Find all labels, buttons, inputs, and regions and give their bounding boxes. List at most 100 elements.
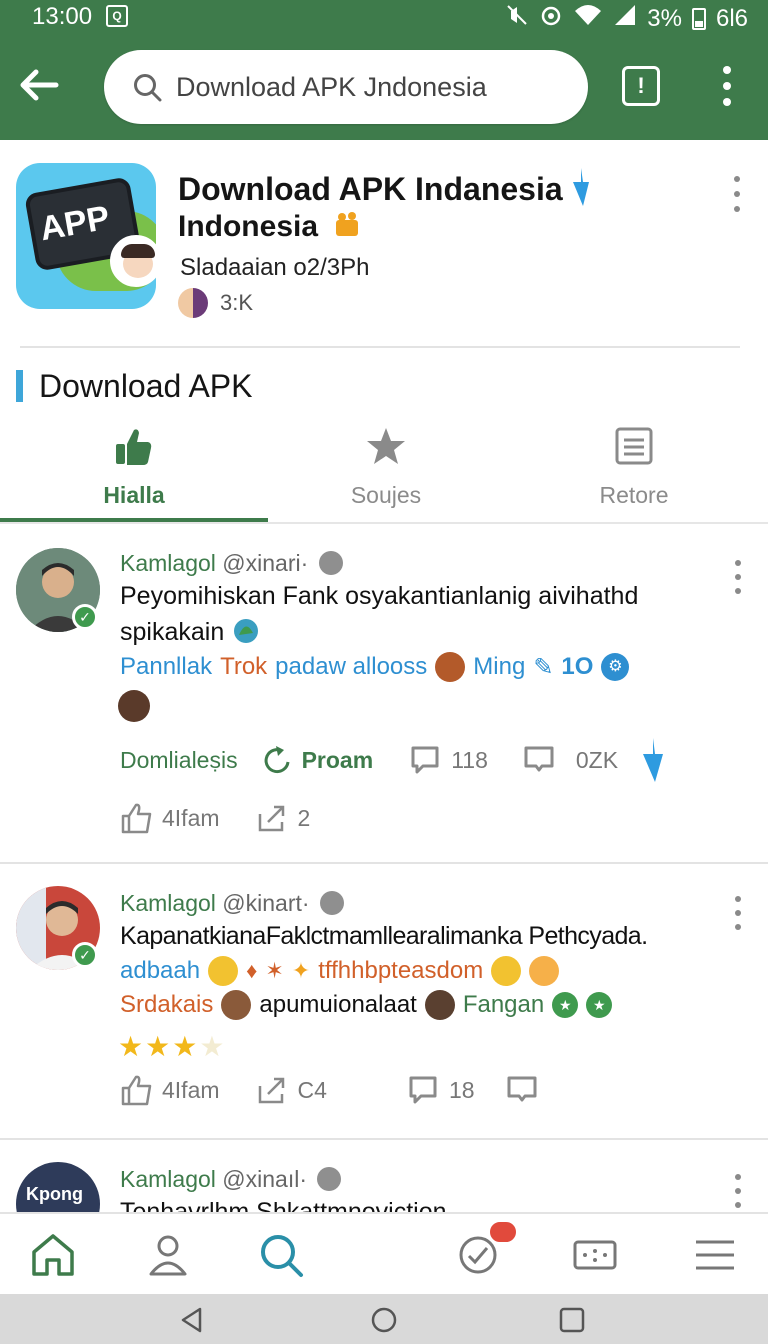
back-arrow-icon[interactable] (16, 62, 62, 108)
link-icon (317, 1167, 342, 1191)
search-icon (134, 74, 162, 102)
share-button[interactable]: C4 (256, 1074, 327, 1106)
app-more-icon[interactable] (730, 176, 744, 212)
search-bar[interactable] (104, 50, 588, 124)
post-text: Peyomihiskan Fank osyakantianlanig aivih… (120, 582, 639, 646)
tag[interactable]: Fangan (463, 991, 544, 1019)
like-button[interactable]: 4Ifam (120, 1074, 220, 1106)
status-time: 13:00 (32, 3, 93, 30)
laugh-emoji-icon (529, 956, 560, 986)
tag[interactable]: Ming (473, 653, 525, 681)
bookmark-icon (507, 1076, 537, 1102)
star-badge-icon: ★ (552, 992, 579, 1018)
battery-percent: 3% (647, 4, 682, 32)
section-accent-bar (16, 370, 23, 402)
share-icon (258, 1077, 284, 1104)
share-button[interactable]: 2 (256, 802, 310, 834)
post-tags: adbaah ♦ ✶ ✦ tffhhbpteasdom (120, 956, 560, 986)
tag[interactable]: tffhhbpteasdom (318, 957, 483, 985)
tickets-icon[interactable] (570, 1230, 620, 1280)
thumbs-up-icon (116, 429, 152, 465)
app-title-text: Download APK Indanesia (178, 171, 563, 207)
promo-button[interactable]: Proam (260, 744, 373, 776)
smile-emoji-icon (208, 956, 239, 986)
tab-label: Soujes (350, 482, 422, 508)
comment-button[interactable]: 118 (409, 744, 488, 776)
post-author[interactable]: Kamlagol @xinaıl· (120, 1166, 342, 1193)
tag[interactable]: Srdakais (120, 991, 213, 1019)
comment-count: 118 (451, 746, 488, 773)
thumbs-up-outline-icon (121, 1075, 152, 1106)
post-more-icon[interactable] (732, 1174, 744, 1208)
list-icon (615, 427, 653, 465)
mini-avatar (424, 990, 455, 1020)
post-card[interactable]: ✓ Kamlagol @xinari· Peyomihiskan Fank os… (0, 524, 768, 864)
author-handle: @xinari· (222, 550, 309, 576)
save-button[interactable]: 0ΖK (522, 744, 618, 776)
share-count: C4 (297, 1076, 327, 1103)
post-author[interactable]: Kamlagol @xinari· (120, 550, 343, 577)
tag[interactable]: apumuionalaat (259, 991, 416, 1019)
post-reactions: 4Ifam C4 18 (120, 1074, 539, 1106)
post-card[interactable]: Kpong Kamlagol @xinaıl· Tenhavrlhm Shkat… (0, 1140, 768, 1212)
status-bar: 13:00 Q 3% 6l6 (0, 0, 768, 34)
plant-icon (234, 619, 259, 643)
post-tags: Srdakais apumuionalaat Fangan ★ ★ (120, 990, 613, 1020)
sparkle-icon: ✶ (265, 958, 284, 983)
comment-icon (409, 1076, 437, 1104)
download-count: 0ΖK (575, 746, 619, 773)
comment-icon (411, 746, 439, 774)
rating-stars: ★★★★ (118, 1030, 226, 1063)
diamond-icon: ♦ (246, 958, 258, 983)
tag-count: 1O (561, 653, 594, 680)
save-button[interactable] (505, 1074, 539, 1106)
like-count: 4Ifam (162, 1076, 220, 1103)
author-handle: @kinart· (222, 890, 310, 916)
home-circle-icon[interactable] (370, 1306, 398, 1334)
tag[interactable]: adbaah (120, 957, 200, 985)
back-icon[interactable] (178, 1306, 206, 1334)
post-card[interactable]: ✓ Kamlagol @kinart· KapanatkianaFaklctma… (0, 864, 768, 1140)
verified-arrow-icon (572, 168, 589, 206)
download-icon[interactable]: ! (622, 66, 660, 106)
link-icon (318, 551, 343, 575)
tag[interactable]: Trok (220, 653, 267, 681)
food-emoji-icon (435, 652, 466, 682)
tag[interactable]: padaw allooss (275, 653, 427, 681)
author-name: Kamlagol (120, 1166, 216, 1192)
menu-icon[interactable] (690, 1230, 740, 1280)
post-more-icon[interactable] (732, 560, 744, 594)
star-icon (367, 428, 405, 464)
recents-icon[interactable] (558, 1306, 586, 1334)
post-author[interactable]: Kamlagol @kinart· (120, 890, 344, 917)
home-icon[interactable] (28, 1230, 78, 1280)
tab-hialla[interactable]: Hialla (6, 420, 262, 524)
download-arrow-icon[interactable] (640, 738, 666, 782)
app-title: Download APK Indanesia (178, 168, 591, 208)
details-link[interactable]: Domlialeṣis (120, 747, 238, 774)
author-handle: @xinaıl· (222, 1166, 307, 1192)
post-body: KapanatkianaFaklctmamllearalimanka Pethc… (120, 922, 648, 950)
search-icon[interactable] (256, 1230, 306, 1280)
verified-badge-icon: ✓ (72, 942, 98, 968)
app-logo[interactable]: APP (16, 163, 156, 309)
more-vert-icon[interactable] (712, 66, 742, 106)
mini-avatar (221, 990, 252, 1020)
app-logo-text: APP (37, 198, 113, 249)
post-body: Peyomihiskan Fank osyakantianlanig aivih… (120, 578, 720, 650)
section-title: Download APK (39, 367, 253, 404)
section-header: Download APK (16, 366, 252, 406)
star-icon: ★ (145, 1031, 173, 1062)
tab-retore[interactable]: Retore (506, 420, 762, 524)
post-actions: Domlialeṣis Proam 118 0ΖK (120, 738, 666, 782)
search-input[interactable] (176, 71, 556, 103)
tab-soujes[interactable]: Soujes (258, 420, 514, 524)
app-subtitle: Sladaaian o2/3Ph (180, 254, 370, 281)
tag[interactable]: Pannllak (120, 653, 212, 681)
avatar[interactable]: Kpong (16, 1162, 100, 1212)
comment-button[interactable]: 18 (407, 1074, 475, 1106)
grin-emoji-icon (491, 956, 522, 986)
like-button[interactable]: 4Ifam (120, 802, 220, 834)
signal-icon (613, 3, 637, 34)
profile-icon[interactable] (143, 1230, 193, 1280)
